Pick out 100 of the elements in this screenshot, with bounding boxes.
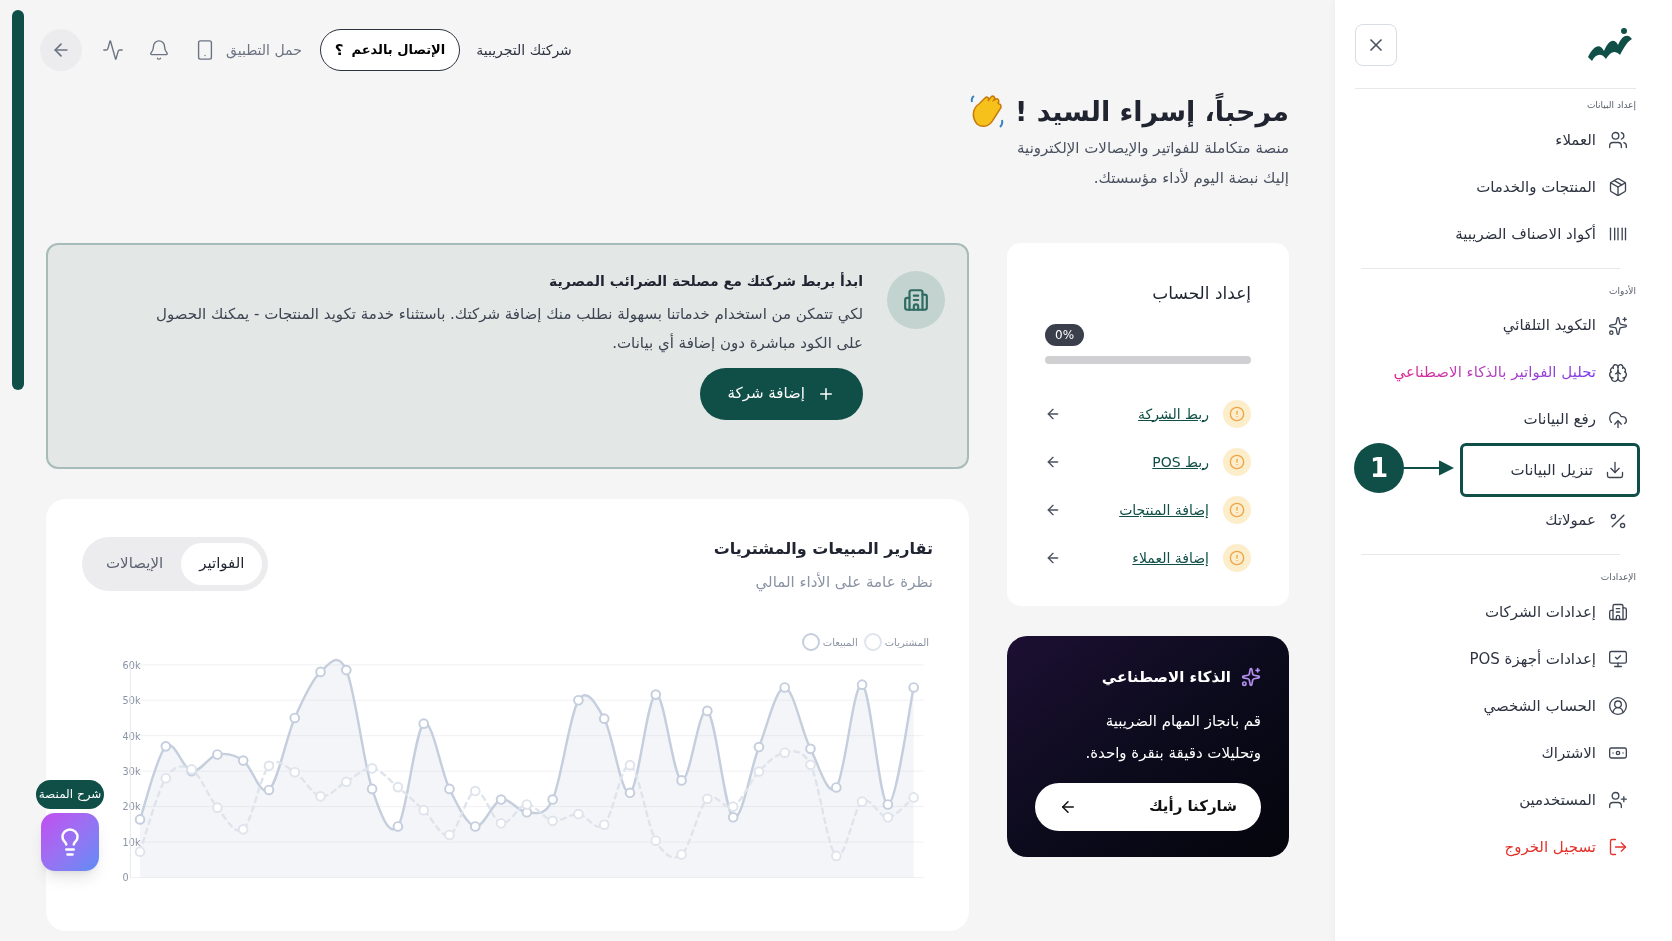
data-point <box>495 794 507 805</box>
data-point <box>830 850 842 862</box>
data-point <box>779 747 791 759</box>
task-link[interactable]: إضافة العملاء <box>1132 547 1209 569</box>
logout-icon <box>1608 837 1628 857</box>
data-point <box>882 799 894 810</box>
data-point <box>289 712 301 724</box>
data-point <box>160 772 172 784</box>
sidebar-label: رفع البيانات <box>1523 409 1596 431</box>
data-point <box>753 741 765 753</box>
data-point <box>341 776 352 788</box>
brain-icon <box>1608 362 1628 383</box>
sidebar-item[interactable]: المستخدمين <box>1361 776 1636 824</box>
section-title: إعداد البيانات <box>1585 99 1636 113</box>
data-point <box>212 802 223 813</box>
sidebar-item[interactable]: العملاء <box>1361 116 1636 164</box>
sidebar-item[interactable]: التكويد التلقائي <box>1361 302 1636 349</box>
activity-icon[interactable] <box>102 39 124 61</box>
sidebar-label: الاشتراك <box>1541 742 1596 764</box>
data-point <box>650 835 662 846</box>
axis-tick-label: 0 <box>122 872 129 884</box>
help-label[interactable]: شرح المنصة <box>36 780 104 809</box>
data-point <box>444 783 455 795</box>
welcome-text: منصة متكاملة للفواتير والإيصالات الإلكترونية <box>1016 137 1289 159</box>
data-point <box>263 784 275 796</box>
data-point <box>805 743 816 755</box>
arrow-left-icon[interactable] <box>1045 550 1061 566</box>
data-point <box>392 781 404 793</box>
close-button[interactable] <box>1355 24 1397 66</box>
back-button[interactable] <box>40 29 82 71</box>
arrow-left-icon[interactable] <box>1045 454 1061 470</box>
data-point <box>263 760 275 772</box>
sidebar-item[interactable]: المنتجات والخدمات <box>1361 163 1636 211</box>
data-point <box>418 718 429 729</box>
data-point <box>237 755 249 766</box>
data-point <box>727 801 739 812</box>
sidebar-label: إعدادات الشركات <box>1484 601 1596 623</box>
tab[interactable]: الفواتير <box>181 542 263 585</box>
sidebar-item[interactable]: إعدادات أجهزة POS <box>1361 635 1636 683</box>
data-point <box>779 682 791 693</box>
sparkles-icon <box>1241 667 1261 688</box>
feedback-button[interactable]: شاركنا رأيك <box>1035 782 1261 831</box>
sidebar-label: العملاء <box>1555 129 1596 151</box>
arrow-left-icon[interactable] <box>1045 502 1061 518</box>
task-link[interactable]: ربط POS <box>1152 451 1209 473</box>
add-company-button[interactable]: إضافة شركة <box>699 367 863 420</box>
sidebar-item[interactable]: الحساب الشخصي <box>1361 682 1636 730</box>
task-link[interactable]: ربط الشركة <box>1138 403 1209 425</box>
tab[interactable]: الإيصالات <box>88 542 182 585</box>
axis-tick-label: 10k <box>122 836 141 848</box>
data-point <box>212 749 223 760</box>
sidebar-item[interactable]: عمولاتك <box>1361 497 1636 544</box>
sidebar-item[interactable]: تنزيل البيانات <box>1460 443 1640 497</box>
sidebar-item[interactable]: أكواد الاصناف الضريبية <box>1361 210 1636 258</box>
data-point <box>315 791 326 802</box>
data-point <box>830 782 842 793</box>
progress-badge: 0% <box>1045 324 1085 346</box>
sidebar-label: تنزيل البيانات <box>1510 459 1593 481</box>
data-point <box>160 741 172 752</box>
download-app-link[interactable]: حمل التطبيق <box>226 39 302 61</box>
step-badge: 1 <box>1354 443 1404 493</box>
data-point <box>676 775 687 786</box>
data-point <box>237 824 249 835</box>
sidebar-item[interactable]: إعدادات الشركات <box>1361 588 1636 636</box>
sidebar-item[interactable]: رفع البيانات <box>1361 396 1636 443</box>
data-point <box>676 849 687 860</box>
data-point <box>908 792 919 803</box>
data-point <box>366 763 378 774</box>
task-link[interactable]: إضافة المنتجات <box>1119 499 1209 521</box>
card-title: تقارير المبيعات والمشتريات <box>713 537 933 560</box>
data-point <box>624 787 636 799</box>
sidebar-item[interactable]: تسجيل الخروج <box>1361 823 1636 871</box>
support-button[interactable]: الإتصال بالدعم ؟ <box>319 29 461 71</box>
company-name: شركتك التجريبية <box>476 40 572 61</box>
data-point <box>650 689 662 700</box>
sidebar-item[interactable]: الاشتراك <box>1361 729 1636 777</box>
data-point <box>366 783 378 795</box>
section-title: الإعدادات <box>1599 571 1636 584</box>
data-point <box>598 819 610 831</box>
data-point <box>315 666 326 678</box>
user-circle-icon <box>1608 696 1628 716</box>
arrow-left-icon[interactable] <box>1045 406 1061 422</box>
sidebar-item[interactable]: تحليل الفواتير بالذكاء الاصطناعي <box>1361 349 1636 396</box>
data-point <box>624 759 636 771</box>
data-point <box>469 821 481 832</box>
building-icon <box>1608 602 1628 622</box>
card-title: إعداد الحساب <box>1151 281 1251 305</box>
data-point <box>134 846 146 857</box>
arrow-icon <box>1404 460 1454 476</box>
question-mark: ؟ <box>334 39 344 61</box>
axis-tick-label: 30k <box>122 766 141 778</box>
data-point <box>289 766 301 778</box>
card-subtitle: نظرة عامة على الأداء المالي <box>754 571 933 593</box>
sidebar-label: أكواد الاصناف الضريبية <box>1455 223 1596 245</box>
button-label: شاركنا رأيك <box>1148 795 1237 818</box>
help-button[interactable] <box>41 813 99 871</box>
sidebar-label: تسجيل الخروج <box>1504 836 1596 859</box>
bell-icon[interactable] <box>148 39 170 61</box>
sidebar-label: المنتجات والخدمات <box>1476 176 1596 198</box>
users-icon <box>1608 130 1628 150</box>
